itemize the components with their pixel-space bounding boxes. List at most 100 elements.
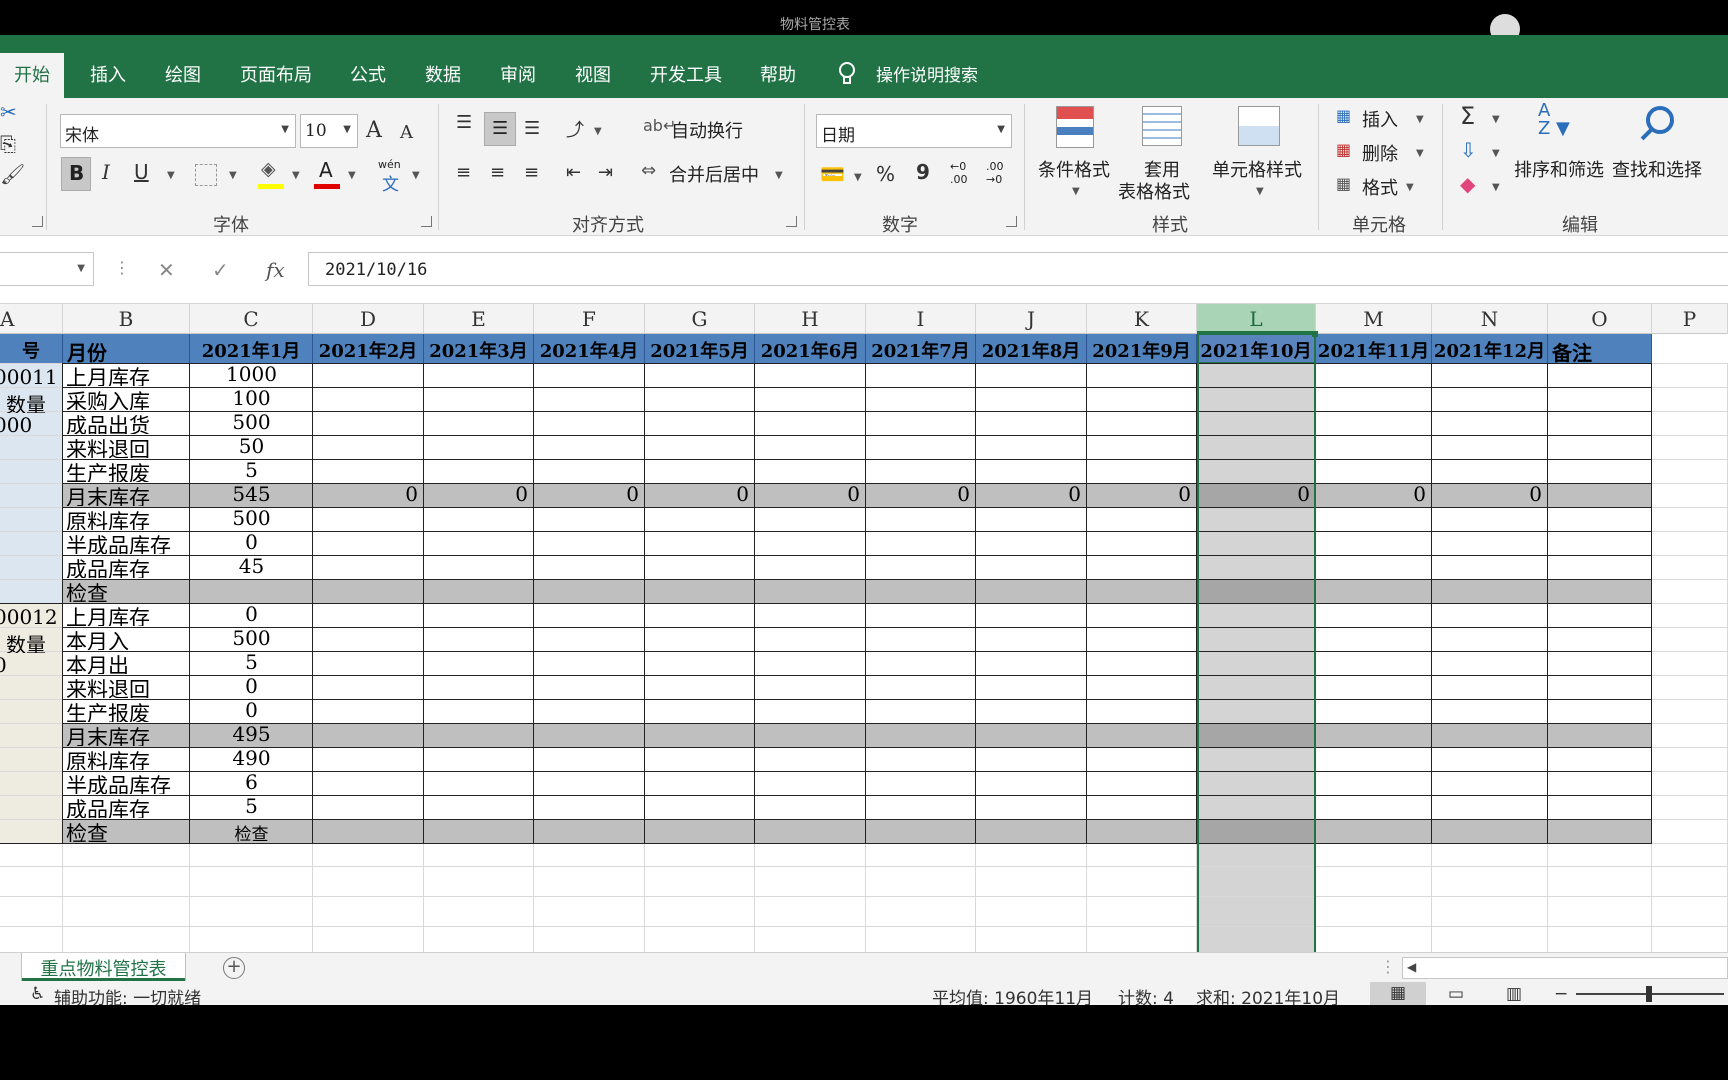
insert-cells-button[interactable]: ▦ 插入 ▼ (1334, 106, 1434, 134)
value-cell-jan[interactable]: 0 (190, 674, 313, 698)
header-cell[interactable]: 备注 (1548, 334, 1652, 363)
column-header-f[interactable]: F (534, 304, 645, 334)
header-cell[interactable]: 2021年6月 (755, 334, 866, 363)
column-header-g[interactable]: G (645, 304, 755, 334)
tab-4[interactable]: 公式 (350, 61, 386, 87)
value-cell-jan[interactable]: 495 (190, 722, 313, 746)
sort-filter-button[interactable]: AZ ▼ 排序和筛选 (1512, 102, 1608, 206)
tab-1[interactable]: 插入 (90, 61, 126, 87)
autosum-icon[interactable]: Σ (1460, 102, 1475, 130)
formula-input[interactable]: 2021/10/16 (308, 252, 1728, 286)
value-cell[interactable]: 0 (1197, 482, 1310, 506)
header-cell[interactable]: 2021年8月 (976, 334, 1087, 363)
tab-0[interactable]: 开始 (0, 53, 64, 98)
page-break-icon[interactable]: ▥ (1506, 984, 1522, 1004)
chevron-down-icon[interactable]: ▼ (1492, 182, 1500, 193)
name-box[interactable]: ▼ (0, 252, 94, 286)
column-header-d[interactable]: D (313, 304, 424, 334)
chevron-down-icon[interactable]: ▼ (1492, 114, 1500, 125)
value-cell-jan[interactable]: 50 (190, 434, 313, 458)
fill-color-icon[interactable]: ◈ (258, 158, 284, 190)
tab-3[interactable]: 页面布局 (240, 61, 312, 87)
chevron-down-icon[interactable]: ▼ (412, 170, 420, 181)
tell-me-search[interactable]: 操作说明搜索 (876, 61, 978, 86)
align-center-icon[interactable]: ≡ (490, 162, 505, 183)
normal-view-button[interactable]: ▦ (1370, 982, 1426, 1005)
column-header-a[interactable]: A (0, 304, 63, 334)
italic-icon[interactable]: I (102, 160, 110, 184)
delete-cells-button[interactable]: ▦ 删除 ▼ (1334, 140, 1434, 168)
enter-icon[interactable]: ✓ (212, 258, 229, 282)
cells-area[interactable]: 号月份 2021年1月 2021年2月 2021年3月 2021年4月 2021年5月 20… (0, 331, 1728, 952)
align-middle-button[interactable]: ☰ (484, 112, 516, 146)
chevron-down-icon[interactable]: ▼ (229, 170, 237, 181)
header-cell[interactable]: 月份 (63, 334, 190, 363)
cell-styles-button[interactable]: 单元格样式 ▼ (1212, 106, 1308, 210)
column-header-i[interactable]: I (866, 304, 976, 334)
value-cell-jan[interactable]: 500 (190, 626, 313, 650)
value-cell[interactable]: 0 (755, 482, 860, 506)
value-cell-jan[interactable]: 6 (190, 770, 313, 794)
accounting-format-icon[interactable]: 💳 (820, 162, 845, 186)
tab-6[interactable]: 审阅 (500, 61, 536, 87)
value-cell[interactable]: 0 (976, 482, 1081, 506)
format-as-table-button[interactable]: 套用 表格格式 (1114, 106, 1204, 210)
number-launcher-icon[interactable] (1006, 216, 1017, 227)
value-cell[interactable]: 0 (1432, 482, 1542, 506)
align-bottom-icon[interactable]: ☰ (524, 118, 540, 139)
column-header-j[interactable]: J (976, 304, 1087, 334)
tab-8[interactable]: 开发工具 (650, 61, 722, 87)
value-cell-jan[interactable]: 5 (190, 794, 313, 818)
header-cell[interactable]: 2021年5月 (645, 334, 755, 363)
font-launcher-icon[interactable] (421, 216, 432, 227)
value-cell[interactable]: 0 (645, 482, 749, 506)
conditional-formatting-button[interactable]: 条件格式 ▼ (1036, 106, 1116, 210)
value-cell[interactable]: 0 (313, 482, 418, 506)
value-cell[interactable]: 0 (866, 482, 970, 506)
value-cell-jan[interactable]: 100 (190, 386, 313, 410)
align-left-icon[interactable]: ≡ (456, 162, 471, 183)
scroll-left-icon[interactable]: ◀ (1407, 960, 1416, 974)
value-cell-jan[interactable] (190, 578, 313, 602)
insert-function-icon[interactable]: fx (266, 258, 285, 282)
value-cell-jan[interactable]: 5 (190, 458, 313, 482)
value-cell-jan[interactable]: 0 (190, 602, 313, 626)
value-cell-jan[interactable]: 500 (190, 410, 313, 434)
merge-center-button[interactable]: ⇔ 合并后居中 (641, 160, 791, 190)
value-cell-jan[interactable]: 1000 (190, 362, 313, 386)
header-cell[interactable]: 2021年2月 (313, 334, 424, 363)
chevron-down-icon[interactable]: ▼ (1492, 148, 1500, 159)
fill-down-icon[interactable]: ⇩ (1460, 138, 1477, 162)
tab-5[interactable]: 数据 (425, 61, 461, 87)
value-cell[interactable]: 0 (534, 482, 639, 506)
find-select-button[interactable]: 查找和选择 (1610, 102, 1706, 206)
decrease-decimal-icon[interactable]: .00 →0 (986, 160, 1016, 190)
splitter-icon[interactable]: ⋮ (1380, 957, 1396, 976)
align-top-icon[interactable]: ☰ (456, 112, 472, 133)
value-cell-jan[interactable]: 490 (190, 746, 313, 770)
header-cell[interactable]: 2021年12月 (1432, 334, 1548, 363)
value-cell-jan[interactable]: 500 (190, 506, 313, 530)
value-cell[interactable]: 0 (424, 482, 528, 506)
zoom-thumb[interactable] (1646, 986, 1652, 1002)
accessibility-icon[interactable]: ♿ (30, 984, 45, 1004)
format-painter-icon[interactable]: 🖌 (0, 162, 25, 186)
horizontal-scrollbar[interactable]: ◀ (1402, 957, 1728, 979)
header-cell[interactable]: 2021年3月 (424, 334, 534, 363)
font-size-combo[interactable]: 10 ▼ (300, 114, 358, 148)
column-header-n[interactable]: N (1432, 304, 1548, 334)
column-header-p[interactable]: P (1652, 304, 1728, 334)
add-sheet-icon[interactable]: + (223, 957, 245, 979)
bold-button[interactable]: B (61, 157, 91, 191)
percent-icon[interactable]: % (876, 162, 895, 186)
borders-icon[interactable] (195, 164, 217, 186)
value-cell-jan[interactable]: 检查 (190, 818, 313, 842)
font-name-combo[interactable]: 宋体 ▼ (60, 114, 296, 148)
increase-decimal-icon[interactable]: ←0.00 (950, 160, 980, 190)
number-format-combo[interactable]: 日期 ▼ (816, 114, 1012, 148)
value-cell[interactable]: 0 (1087, 482, 1191, 506)
orientation-icon[interactable]: ⤴ (566, 116, 584, 142)
column-header-m[interactable]: M (1316, 304, 1432, 334)
header-cell[interactable]: 2021年9月 (1087, 334, 1197, 363)
comma-style-icon[interactable]: 9 (916, 160, 930, 184)
